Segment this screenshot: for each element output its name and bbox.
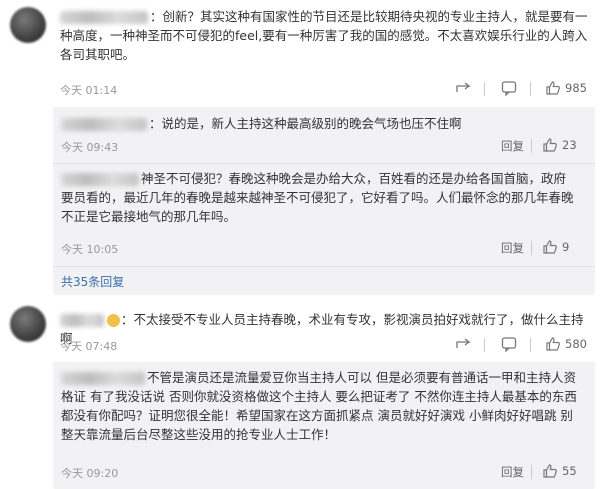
thumbs-up-icon — [546, 81, 560, 95]
like-button[interactable]: 985 — [545, 80, 587, 96]
thumbs-up-icon — [546, 337, 560, 351]
action-divider — [531, 465, 532, 479]
like-button[interactable]: 55 — [542, 463, 577, 479]
username-blurred[interactable] — [61, 173, 139, 186]
emoji-icon — [107, 314, 120, 327]
action-divider — [531, 241, 532, 255]
reply-divider — [53, 163, 595, 164]
comment-time: 今天 07:48 — [60, 340, 118, 353]
action-divider — [484, 338, 485, 352]
avatar[interactable] — [10, 7, 46, 43]
reply-time: 今天 09:43 — [61, 141, 119, 154]
action-divider — [530, 338, 531, 352]
username-blurred[interactable] — [61, 372, 145, 385]
reply-text: ：说的是，新人主持这种最高级别的晚会气场也压不住啊 — [61, 114, 586, 133]
username-blurred[interactable] — [61, 118, 147, 131]
username-blurred[interactable] — [60, 11, 148, 24]
reply-button[interactable]: 回复 — [501, 464, 524, 480]
like-button[interactable]: 9 — [542, 239, 569, 255]
reply-box: 不管是演员还是流量爱豆你当主持人可以 但是必须要有普通话一甲和主持人资 格证 有… — [53, 362, 595, 489]
like-count: 9 — [562, 240, 570, 254]
reply-divider — [53, 266, 595, 267]
thumbs-up-icon — [543, 240, 557, 254]
like-count: 985 — [565, 81, 587, 95]
avatar[interactable] — [10, 306, 46, 342]
comment-icon — [501, 337, 517, 352]
share-button[interactable] — [455, 81, 471, 96]
action-divider — [531, 139, 532, 153]
comment-time: 今天 01:14 — [60, 84, 118, 97]
comment-text: ：创新？其实这种有国家性的节目还是比较期待央视的专业主持人，就是要有一 种高度，… — [60, 9, 588, 62]
comment-icon — [501, 81, 517, 96]
more-replies-link[interactable]: 共35条回复 — [61, 273, 124, 290]
action-divider — [484, 82, 485, 96]
comment-button[interactable] — [501, 336, 517, 352]
like-count: 23 — [562, 138, 577, 152]
share-icon — [456, 338, 471, 348]
reply-time: 今天 10:05 — [61, 243, 119, 256]
thumbs-up-icon — [543, 464, 557, 478]
comment-button[interactable] — [501, 80, 517, 96]
like-button[interactable]: 580 — [545, 336, 587, 352]
like-count: 580 — [565, 337, 587, 351]
username-blurred[interactable] — [60, 314, 104, 327]
reply-text: 神圣不可侵犯？春晚这种晚会是办给大众，百姓看的还是办给各国首脑，政府 要员看的，… — [61, 171, 574, 224]
like-count: 55 — [562, 464, 577, 478]
like-button[interactable]: 23 — [542, 137, 577, 153]
reply-button[interactable]: 回复 — [501, 240, 524, 256]
thumbs-up-icon — [543, 138, 557, 152]
reply-time: 今天 09:20 — [61, 467, 119, 480]
reply-button[interactable]: 回复 — [501, 138, 524, 154]
reply-box: ：说的是，新人主持这种最高级别的晚会气场也压不住啊 今天 09:43 回复 23… — [53, 107, 595, 295]
reply-text: 不管是演员还是流量爱豆你当主持人可以 但是必须要有普通话一甲和主持人资 格证 有… — [61, 370, 577, 442]
share-button[interactable] — [455, 337, 471, 352]
action-divider — [530, 82, 531, 96]
share-icon — [456, 82, 471, 92]
